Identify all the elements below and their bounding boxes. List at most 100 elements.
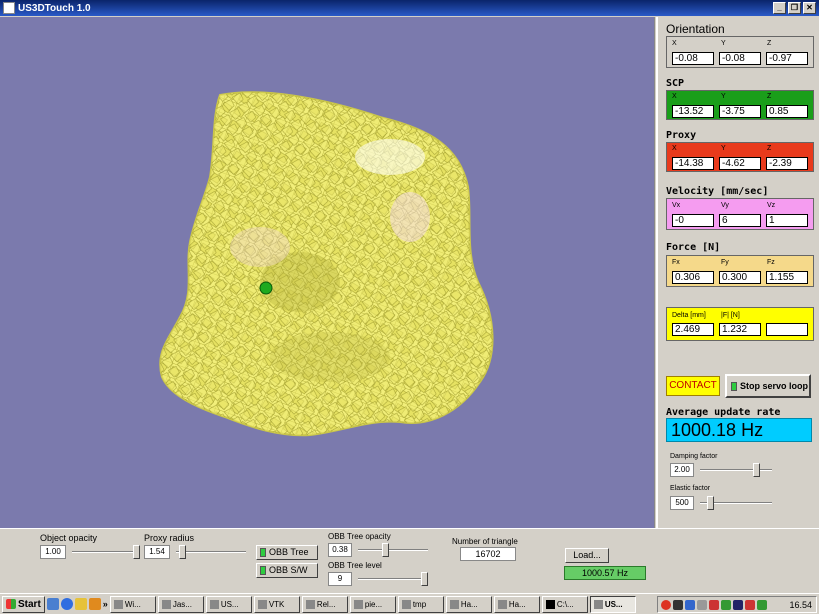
velocity-vz-label: Vz — [767, 202, 776, 209]
proxy-marker — [259, 281, 273, 295]
proxy-x-label: X — [672, 145, 677, 152]
clock: 16.54 — [789, 599, 812, 610]
task-vtk[interactable]: VTK — [253, 595, 300, 613]
velocity-vx-label: Vx — [672, 202, 681, 209]
task-label: Jas... — [172, 599, 192, 609]
elastic-label: Elastic factor — [670, 485, 711, 492]
triangle-count-value: 16702 — [460, 547, 516, 561]
outlook-icon[interactable] — [74, 598, 87, 610]
tray-icon[interactable] — [757, 599, 767, 610]
orientation-y-field: -0.08 — [719, 52, 761, 65]
ie-icon[interactable] — [60, 598, 73, 610]
mesh-render — [159, 91, 494, 437]
window-title: US3DTouch 1.0 — [18, 2, 91, 14]
tray-icon[interactable] — [685, 599, 695, 610]
delta-extra-field — [766, 323, 808, 336]
orientation-title: Orientation — [666, 22, 725, 36]
proxy-z-field: -2.39 — [766, 157, 808, 170]
elastic-value[interactable]: 500 — [670, 496, 694, 510]
tray-icon[interactable] — [709, 599, 719, 610]
task-tmp[interactable]: tmp — [397, 595, 444, 613]
obb-opacity-label: OBB Tree opacity — [328, 532, 391, 541]
close-button[interactable]: ✕ — [803, 2, 816, 14]
proxy-title: Proxy — [666, 130, 697, 141]
tray-icon[interactable] — [721, 599, 731, 610]
media-icon[interactable] — [88, 598, 101, 610]
damping-slider[interactable] — [753, 463, 761, 477]
obb-sw-button[interactable]: OBB S/W — [256, 563, 318, 578]
task-rel[interactable]: Rel... — [301, 595, 348, 613]
force-magnitude-label: |F| [N] — [721, 312, 740, 319]
desktop-icon[interactable] — [46, 598, 59, 610]
obb-opacity-value[interactable]: 0.38 — [328, 543, 352, 557]
proxy-radius-track — [176, 551, 246, 553]
scp-title: SCP — [666, 78, 685, 89]
task-label: Rel... — [316, 599, 336, 609]
task-icon — [593, 599, 603, 609]
task-wi[interactable]: Wi... — [109, 595, 156, 613]
tray-icon[interactable] — [733, 599, 743, 610]
force-fz-label: Fz — [767, 259, 775, 266]
velocity-title: Velocity [mm/sec] — [666, 186, 769, 197]
load-button[interactable]: Load... — [565, 548, 609, 563]
proxy-y-label: Y — [721, 145, 726, 152]
force-fy-field: 0.300 — [719, 271, 761, 284]
proxy-z-label: Z — [767, 145, 772, 152]
orientation-box: X Y Z -0.08 -0.08 -0.97 — [666, 36, 814, 68]
task-us-1[interactable]: US... — [205, 595, 252, 613]
obb-tree-label: OBB Tree — [269, 547, 309, 557]
object-opacity-track — [72, 551, 140, 553]
obb-level-slider[interactable] — [421, 572, 428, 586]
task-icon — [257, 599, 267, 609]
chevron-icon[interactable]: » — [103, 599, 108, 609]
obb-opacity-slider[interactable] — [381, 543, 389, 557]
start-button[interactable]: Start — [2, 595, 45, 613]
obb-level-track — [358, 578, 428, 580]
task-us-active[interactable]: US... — [589, 595, 636, 613]
scp-x-field: -13.52 — [672, 105, 714, 118]
object-opacity-slider[interactable] — [133, 545, 140, 559]
proxy-y-field: -4.62 — [719, 157, 761, 170]
tray-icon[interactable] — [661, 599, 671, 610]
delta-box: Delta [mm] |F| [N] 2.469 1.232 — [666, 307, 814, 341]
damping-value[interactable]: 2.00 — [670, 463, 694, 477]
stop-servo-loop-button[interactable]: Stop servo loop — [725, 374, 811, 398]
velocity-vx-field: -0 — [672, 214, 714, 227]
object-opacity-value[interactable]: 1.00 — [40, 545, 66, 559]
scp-z-label: Z — [767, 93, 772, 100]
app-icon — [3, 2, 15, 14]
bottom-controls: Object opacity 1.00 Proxy radius 1.54 OB… — [0, 528, 819, 593]
obb-level-value[interactable]: 9 — [328, 572, 352, 586]
triangle-count-label: Number of triangle — [452, 537, 518, 546]
task-cmd[interactable]: C:\... — [541, 595, 588, 613]
task-jas[interactable]: Jas... — [157, 595, 204, 613]
proxy-radius-value[interactable]: 1.54 — [144, 545, 170, 559]
tray-icon[interactable] — [673, 599, 683, 610]
force-fz-field: 1.155 — [766, 271, 808, 284]
elastic-slider[interactable] — [706, 496, 714, 510]
scp-z-field: 0.85 — [766, 105, 808, 118]
tray-icon[interactable] — [745, 599, 755, 610]
task-pie[interactable]: pie... — [349, 595, 396, 613]
obb-tree-button[interactable]: OBB Tree — [256, 545, 318, 560]
task-ha-1[interactable]: Ha... — [445, 595, 492, 613]
delta-label: Delta [mm] — [672, 312, 706, 319]
status-led-icon — [731, 381, 737, 391]
scp-y-field: -3.75 — [719, 105, 761, 118]
task-ha-2[interactable]: Ha... — [493, 595, 540, 613]
tray-icon[interactable] — [697, 599, 707, 610]
damping-track — [700, 469, 772, 471]
proxy-x-field: -14.38 — [672, 157, 714, 170]
minimize-button[interactable]: _ — [773, 2, 786, 14]
obb-opacity-track — [358, 549, 428, 551]
proxy-box: X Y Z -14.38 -4.62 -2.39 — [666, 142, 814, 172]
scp-x-label: X — [672, 93, 677, 100]
taskbar: Start » Wi... Jas... US... VTK Rel... pi… — [0, 593, 819, 614]
restore-button[interactable]: ❐ — [788, 2, 801, 14]
3d-viewport[interactable] — [0, 17, 655, 528]
force-fy-label: Fy — [721, 259, 729, 266]
object-opacity-label: Object opacity — [40, 533, 98, 543]
task-label: C:\... — [556, 599, 574, 609]
obb-tree-led-icon — [260, 548, 266, 557]
proxy-radius-slider[interactable] — [179, 545, 187, 559]
